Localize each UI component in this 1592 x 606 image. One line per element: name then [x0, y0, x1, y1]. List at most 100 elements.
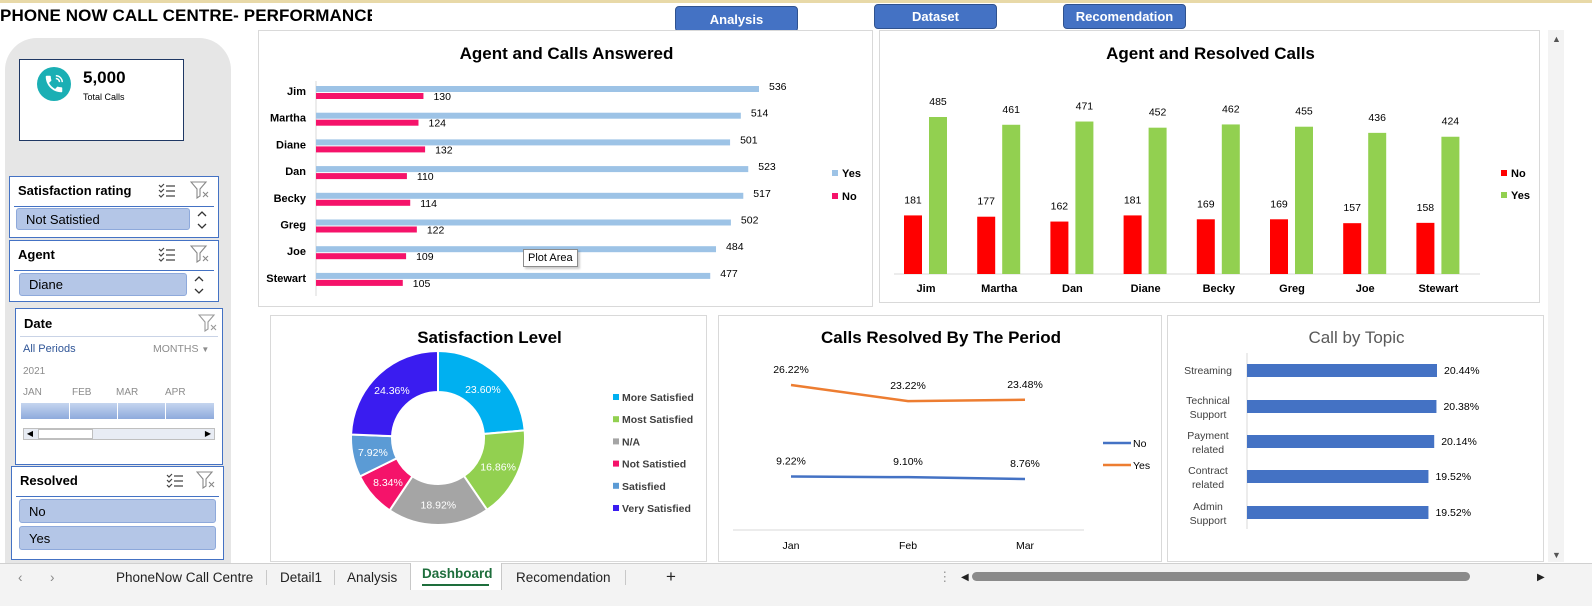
- sheet-tab[interactable]: Recomendation: [516, 564, 611, 590]
- sheet-tab[interactable]: Detail1: [280, 564, 322, 590]
- resolved-calls-chart: 181 485 Jim 177 461 Martha 162 471 Dan 181 452 Dian…: [894, 96, 1530, 295]
- month-label: APR: [165, 387, 186, 398]
- slice-label: 7.92%: [358, 447, 388, 459]
- clear-filter-icon[interactable]: [190, 181, 210, 199]
- data-label: 471: [1076, 101, 1094, 113]
- bar-yes: [316, 112, 741, 119]
- category-label: Payment: [1187, 430, 1229, 442]
- data-label: 122: [427, 225, 445, 237]
- category-label: Dan: [1062, 283, 1083, 295]
- all-periods-label: All Periods: [23, 343, 76, 355]
- timeline-scrollbar[interactable]: ◀ ▶: [23, 428, 215, 440]
- bar-yes: [1441, 136, 1460, 274]
- legend-swatch-no: [832, 193, 838, 199]
- clear-filter-icon[interactable]: [198, 314, 218, 332]
- sheet-tab[interactable]: Analysis: [347, 564, 397, 590]
- hscroll-right-icon[interactable]: ▶: [1537, 564, 1545, 590]
- scroll-down-icon[interactable]: ▼: [1552, 550, 1561, 560]
- data-label: 169: [1197, 198, 1215, 210]
- multi-select-icon[interactable]: [158, 181, 176, 199]
- chevron-down-icon: ▼: [201, 345, 210, 354]
- slicer-divider: [16, 496, 219, 497]
- bar-no: [316, 119, 419, 126]
- time-level-dropdown[interactable]: MONTHS ▼: [153, 343, 209, 355]
- legend-label: N/A: [622, 436, 641, 448]
- resolved-item-no[interactable]: No: [19, 499, 216, 523]
- agent-selected-item[interactable]: Diane: [19, 273, 187, 296]
- satisfaction-selected-item[interactable]: Not Satistied: [16, 208, 190, 230]
- recomendation-nav-button[interactable]: Recomendation: [1063, 4, 1186, 29]
- slicer-scroll-arrows[interactable]: [193, 273, 205, 297]
- scroll-tabs-right-icon[interactable]: ›: [50, 564, 55, 590]
- category-label: Admin: [1193, 501, 1223, 513]
- resolved-period-chart-card[interactable]: Calls Resolved By The Period 9.22% 9.10% 8…: [718, 315, 1162, 562]
- data-label: 484: [726, 241, 744, 253]
- clear-filter-icon[interactable]: [190, 245, 210, 263]
- agent-slicer: Agent Diane: [9, 240, 219, 302]
- satisfaction-donut-chart: 23.60% 16.86% 18.92% 8.34% 7.92% 24.36% More S…: [350, 349, 694, 526]
- hscroll-left-icon[interactable]: ◀: [961, 564, 969, 590]
- data-label: 9.10%: [893, 456, 923, 468]
- scroll-left-icon[interactable]: ◀: [25, 429, 35, 439]
- resolved-item-yes[interactable]: Yes: [19, 526, 216, 550]
- total-calls-label: Total Calls: [83, 92, 125, 102]
- data-label: 501: [740, 134, 758, 146]
- scroll-thumb[interactable]: [38, 429, 93, 439]
- data-label: 514: [751, 108, 769, 120]
- add-sheet-button[interactable]: +: [666, 564, 676, 590]
- bar-no: [1050, 221, 1069, 274]
- bar-yes: [316, 219, 731, 226]
- legend-label: No: [1133, 438, 1147, 450]
- data-label: 436: [1368, 112, 1386, 124]
- legend-label: No: [842, 191, 857, 203]
- satisfaction-chart-card[interactable]: Satisfaction Level 23.60% 16.86% 18.92% 8.3…: [270, 315, 707, 562]
- data-label: 536: [769, 81, 787, 93]
- clear-filter-icon[interactable]: [196, 471, 216, 489]
- bar-no: [316, 146, 426, 153]
- more-options-icon[interactable]: ⋮: [938, 564, 952, 590]
- resolved-slicer-title: Resolved: [20, 473, 78, 488]
- resolved-calls-chart-card[interactable]: Agent and Resolved Calls 181 485 Jim 177 461…: [879, 30, 1540, 303]
- timeline-period-bar[interactable]: [21, 403, 214, 419]
- analysis-nav-button[interactable]: Analysis: [675, 6, 798, 32]
- category-label: Diane: [1131, 283, 1161, 295]
- legend-swatch: [613, 438, 619, 445]
- month-label: JAN: [23, 387, 42, 398]
- sheet-tab-label: Dashboard: [422, 566, 493, 581]
- data-label: 23.22%: [890, 380, 926, 392]
- month-label: FEB: [72, 387, 92, 398]
- category-label: Feb: [899, 540, 917, 552]
- slicer-divider: [20, 336, 218, 337]
- scroll-tabs-left-icon[interactable]: ‹: [18, 564, 23, 590]
- legend-swatch: [613, 416, 619, 423]
- bar-no: [1270, 219, 1288, 274]
- sheet-tab[interactable]: PhoneNow Call Centre: [116, 564, 253, 590]
- data-label: 114: [420, 198, 437, 210]
- category-label: Contract: [1188, 465, 1228, 477]
- tab-dashboard-active[interactable]: Dashboard: [410, 563, 502, 590]
- category-label: Greg: [280, 220, 306, 232]
- category-label: Jan: [783, 540, 800, 552]
- dataset-nav-button[interactable]: Dataset: [874, 4, 997, 29]
- data-label: 109: [416, 251, 434, 263]
- bar-yes: [316, 139, 731, 146]
- time-level-label: MONTHS: [153, 343, 199, 355]
- vertical-scrollbar[interactable]: ▲ ▼: [1548, 30, 1564, 562]
- category-label: Streaming: [1184, 365, 1232, 377]
- bar-no: [904, 215, 922, 274]
- data-label: 110: [417, 171, 434, 183]
- data-label: 461: [1002, 104, 1020, 116]
- scroll-up-icon[interactable]: ▲: [1552, 34, 1561, 44]
- slice-label: 18.92%: [421, 499, 457, 511]
- topic-chart-card[interactable]: Call by Topic 20.44% Streaming 20.38% Techn…: [1167, 315, 1544, 562]
- category-label: related: [1192, 479, 1224, 491]
- multi-select-icon[interactable]: [158, 245, 176, 263]
- bar-yes: [1221, 124, 1240, 274]
- slicer-scroll-arrows[interactable]: [196, 208, 208, 232]
- legend-label: Most Satisfied: [622, 414, 693, 426]
- multi-select-icon[interactable]: [166, 471, 184, 489]
- satisfaction-slicer-title: Satisfaction rating: [18, 183, 132, 198]
- horizontal-scroll-thumb[interactable]: [972, 572, 1470, 581]
- scroll-right-icon[interactable]: ▶: [203, 429, 213, 439]
- data-label: 181: [1124, 194, 1142, 206]
